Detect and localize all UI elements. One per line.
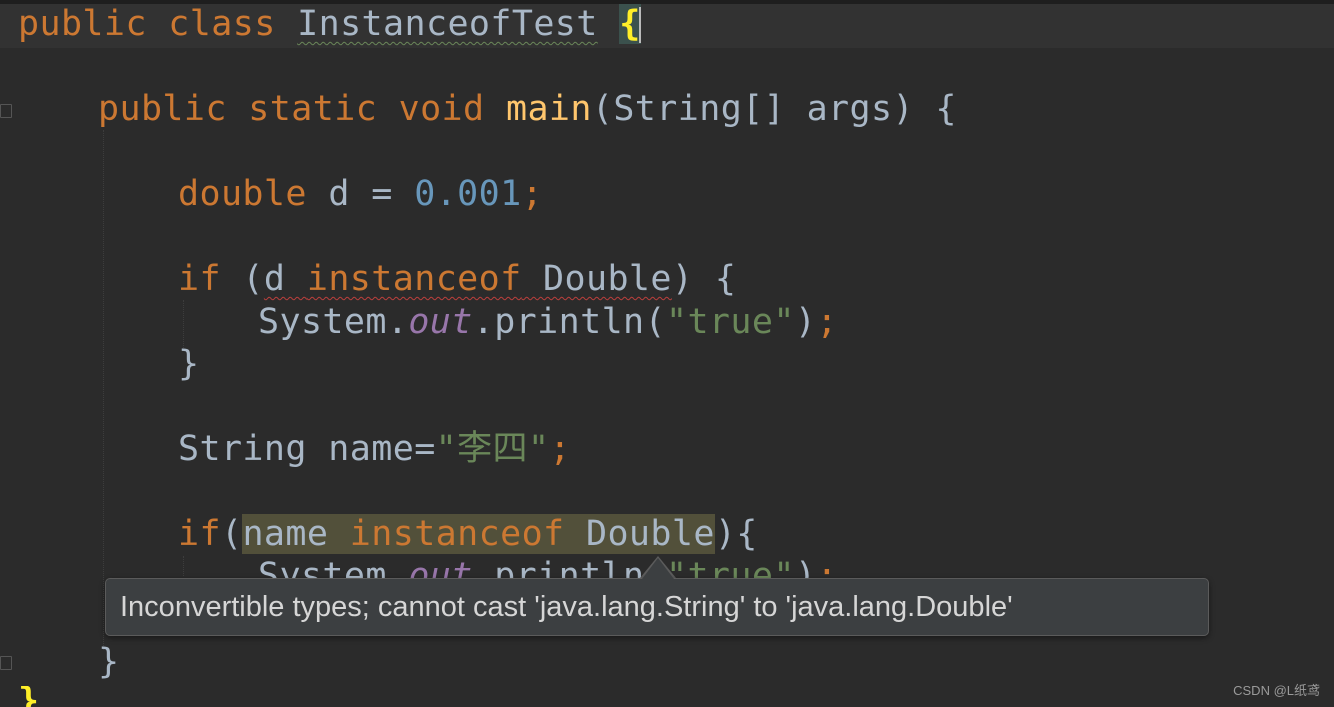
semicolon: ; [521,174,544,214]
code-line-2[interactable]: public static void main(String[] args) { [98,87,957,131]
watermark: CSDN @L纸鸢 [1233,683,1320,698]
static-field: out [408,556,473,578]
code-text: ) [794,556,817,578]
keyword: double [178,174,329,214]
code-text: System. [258,556,409,578]
code-line-5[interactable]: System.out.println("true"); [258,300,838,344]
tooltip-arrow-fill [642,558,674,579]
indent-guide [103,130,104,650]
error-token: Double [521,259,672,299]
method-name: main [505,89,592,129]
keyword: public class [18,4,298,44]
closing-brace: } [98,642,120,682]
matched-brace: { [619,4,641,44]
code-text: ( [220,514,243,554]
error-token: d [263,259,307,299]
code-editor[interactable]: public class InstanceofTest { public sta… [0,0,1334,707]
code-text: ){ [714,514,758,554]
code-line-6[interactable]: } [178,342,199,386]
keyword: if [178,514,221,554]
code-text: (String[] args) { [591,89,957,129]
keyword: if [178,259,221,299]
code-text: String name= [178,429,436,469]
closing-brace: } [18,686,40,707]
fold-marker-icon[interactable] [0,104,12,118]
code-line-3[interactable]: double d = 0.001; [178,172,543,216]
class-closing-brace: } [18,686,39,707]
tooltip-message: Inconvertible types; cannot cast 'java.l… [120,591,1013,623]
semicolon: ; [549,429,571,469]
text-caret [638,7,641,43]
static-field: out [408,302,473,342]
keyword: instanceof [349,514,565,554]
code-text: System. [258,302,409,342]
indent-guide [183,556,184,576]
string-literal: "李四" [435,429,550,469]
fold-marker-icon[interactable] [0,656,12,670]
number-literal: 0.001 [414,174,522,214]
string-literal: "true" [665,302,795,342]
class-name: InstanceofTest [297,4,598,44]
keyword: public static void [98,89,506,129]
code-text: .println( [472,302,666,342]
code-text: .println( [472,556,666,578]
code-line-9[interactable]: System.out.println("true"); [258,554,838,578]
code-line-4[interactable]: if (d instanceof Double) { [178,257,736,301]
keyword: instanceof [306,259,522,299]
code-text: d = [328,174,415,214]
closing-brace: } [178,344,200,384]
error-tooltip: Inconvertible types; cannot cast 'java.l… [105,578,1209,636]
code-line-11[interactable]: } [98,640,119,684]
error-highlight: Double [564,514,715,554]
code-text: ) [794,302,817,342]
error-highlight: name [242,514,350,554]
code-text: ) { [671,259,737,299]
code-line-7[interactable]: String name="李四"; [178,427,571,471]
code-line-1[interactable]: public class InstanceofTest { [18,2,641,46]
semicolon: ; [816,302,838,342]
string-literal: "true" [665,556,795,578]
semicolon: ; [816,556,838,578]
code-text: ( [220,259,264,299]
code-line-8[interactable]: if(name instanceof Double){ [178,512,758,556]
